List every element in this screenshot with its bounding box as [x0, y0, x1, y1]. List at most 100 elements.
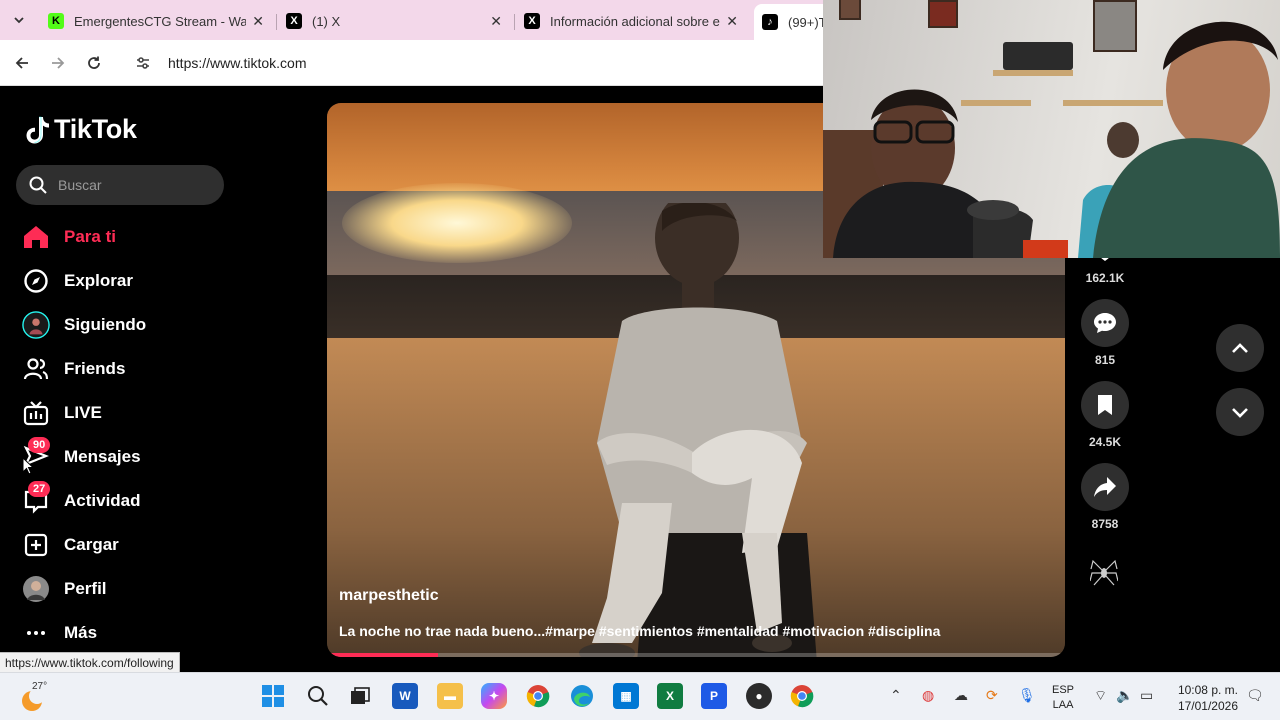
comment-icon[interactable]: [1081, 299, 1129, 347]
chrome-profile-app[interactable]: [789, 683, 815, 709]
pinned-app-dark[interactable]: ●: [746, 683, 772, 709]
bookmark-icon[interactable]: [1081, 381, 1129, 429]
app-p-icon: P: [709, 689, 718, 703]
tab-tiktok[interactable]: ♪ (99+)Ti: [754, 4, 834, 40]
mouse-cursor-icon: [22, 457, 34, 475]
sync-icon: ⟳: [986, 687, 998, 703]
tab-title: EmergentesCTG Stream - Watch: [74, 13, 247, 29]
weather-widget[interactable]: 27°: [20, 679, 60, 715]
sidebar-item-cargar[interactable]: Cargar: [16, 523, 236, 567]
copilot-app[interactable]: ✦: [481, 683, 507, 709]
webcam-people: [833, 21, 1280, 258]
sync-tray[interactable]: ⟳: [986, 687, 998, 704]
site-settings-icon[interactable]: [134, 54, 152, 72]
sidebar-item-label: Perfil: [64, 579, 107, 598]
sidebar-item-siguiendo[interactable]: Siguiendo: [16, 303, 236, 347]
video-author[interactable]: marpesthetic: [339, 587, 439, 605]
video-caption[interactable]: La noche no trae nada bueno...#marpe #se…: [339, 623, 940, 639]
tiktok-logo[interactable]: TikTok: [24, 114, 137, 145]
store-app[interactable]: ▦: [613, 683, 639, 709]
word-app[interactable]: W: [392, 683, 418, 709]
start-button[interactable]: [260, 683, 286, 709]
video-progress-bar[interactable]: [327, 653, 1065, 657]
sidebar-item-label: Más: [64, 623, 98, 642]
battery-icon: ▭: [1140, 687, 1154, 703]
notifications-button[interactable]: 🗨: [1246, 687, 1264, 704]
music-disc-spider-icon[interactable]: [1090, 557, 1118, 589]
chrome-app[interactable]: [525, 683, 551, 709]
sidebar-item-label: Friends: [64, 359, 126, 378]
logo-text: TikTok: [54, 114, 137, 144]
sidebar-item-mensajes[interactable]: 90 Mensajes: [16, 435, 236, 479]
search-box[interactable]: [16, 165, 224, 205]
x-icon: X: [286, 13, 302, 29]
excel-icon: X: [665, 689, 674, 703]
tab-x-info[interactable]: X Información adicional sobre el ✕: [516, 6, 746, 36]
sidebar-item-friends[interactable]: Friends: [16, 347, 236, 391]
search-input[interactable]: [58, 177, 208, 193]
sidebar-item-actividad[interactable]: 27 Actividad: [16, 479, 236, 523]
sidebar-item-label: Explorar: [64, 271, 133, 290]
tray-app-icon[interactable]: ◍: [922, 687, 934, 704]
sidebar-item-live[interactable]: LIVE: [16, 391, 236, 435]
task-view-button[interactable]: [347, 683, 373, 709]
file-explorer-app[interactable]: ▬: [437, 683, 463, 709]
chevron-up-icon: ⌃: [890, 687, 902, 703]
taskbar-search-button[interactable]: [305, 683, 331, 709]
reload-icon: [88, 56, 100, 69]
close-icon[interactable]: ✕: [726, 13, 738, 30]
tab-search-button[interactable]: [8, 9, 30, 31]
tab-kick-stream[interactable]: K EmergentesCTG Stream - Watch ✕: [40, 6, 272, 36]
comment-action[interactable]: 815: [1080, 299, 1130, 367]
microphone-tray[interactable]: 🎙: [1018, 687, 1036, 704]
store-icon: ▦: [620, 689, 632, 703]
back-button[interactable]: [10, 51, 34, 75]
language-line2: LAA: [1052, 699, 1074, 711]
save-action[interactable]: 24.5K: [1080, 381, 1130, 449]
notification-icon: 🗨: [1246, 687, 1264, 703]
tab-title: (1) X: [312, 13, 341, 29]
edge-icon: [571, 685, 593, 707]
clock-time: 10:08 p. m.: [1177, 683, 1238, 697]
profile-avatar-icon: [22, 575, 50, 603]
next-video-button[interactable]: [1216, 388, 1264, 436]
language-indicator[interactable]: ESP LAA: [1052, 683, 1074, 713]
sidebar-item-label: Siguiendo: [64, 315, 147, 334]
webcam-overlay: [823, 0, 1280, 258]
volume-icon: 🔈: [1116, 687, 1134, 703]
pinned-app-blue[interactable]: P: [701, 683, 727, 709]
wifi-tray[interactable]: ⌔: [1094, 687, 1107, 705]
onedrive-tray[interactable]: ☁: [954, 687, 968, 704]
wifi-icon: ⌔: [1094, 687, 1108, 703]
live-icon: [22, 399, 50, 427]
chrome-icon: [790, 685, 814, 708]
reload-button[interactable]: [82, 51, 106, 75]
battery-tray[interactable]: ▭: [1140, 687, 1153, 704]
sidebar-item-label: Cargar: [64, 535, 119, 554]
windows-taskbar: 27° W ▬ ✦ ▦ X P ● ⌃ ◍ ☁ ⟳ 🎙 ESP LAA ⌔ 🔈 …: [0, 672, 1280, 720]
excel-app[interactable]: X: [657, 683, 683, 709]
chevron-down-icon: [14, 17, 24, 24]
sidebar-item-mas[interactable]: Más: [16, 611, 236, 655]
edge-app[interactable]: [569, 683, 595, 709]
close-icon[interactable]: ✕: [252, 13, 264, 30]
previous-video-button[interactable]: [1216, 324, 1264, 372]
tab-x-home[interactable]: X (1) X ✕: [278, 6, 510, 36]
share-icon[interactable]: [1081, 463, 1129, 511]
word-icon: W: [399, 689, 411, 703]
show-hidden-icons-button[interactable]: ⌃: [890, 687, 902, 704]
tiktok-icon: [26, 116, 49, 143]
temperature: 27°: [32, 681, 48, 692]
sidebar-item-explorar[interactable]: Explorar: [16, 259, 236, 303]
close-icon[interactable]: ✕: [490, 13, 502, 30]
language-line1: ESP: [1052, 684, 1075, 696]
share-action[interactable]: 8758: [1080, 463, 1130, 531]
x-icon: X: [524, 13, 540, 29]
sidebar-item-perfil[interactable]: Perfil: [16, 567, 236, 611]
address-bar[interactable]: https://www.tiktok.com: [122, 46, 812, 80]
forward-button[interactable]: [46, 51, 70, 75]
sidebar-item-para-ti[interactable]: Para ti: [16, 215, 236, 259]
tray-red-icon: ◍: [922, 687, 935, 703]
volume-tray[interactable]: 🔈: [1116, 687, 1133, 704]
clock[interactable]: 10:08 p. m. 17/01/2026: [1172, 682, 1238, 714]
